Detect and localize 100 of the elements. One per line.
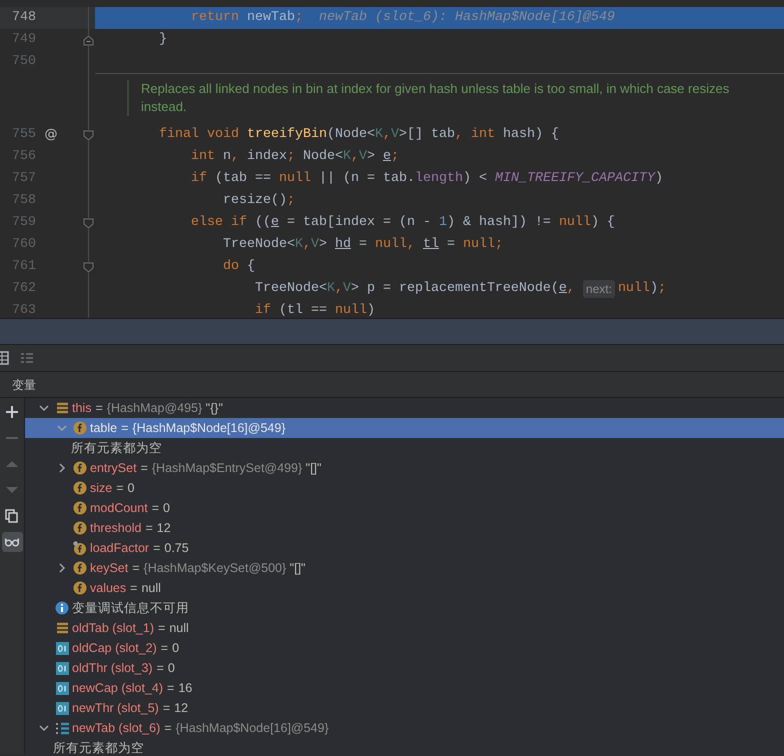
line-number: 758 <box>11 192 36 210</box>
variable-value: {HashMap@495} <box>106 400 202 417</box>
field-icon <box>73 541 87 555</box>
equals-sign: = <box>130 580 138 597</box>
message-text: 所有元素都为空 <box>71 440 162 457</box>
variable-name: keySet <box>90 560 128 577</box>
inline-value-hint: newTab (slot_6): HashMap$Node[16]@549 <box>318 9 615 27</box>
message-text: 变量调试信息不可用 <box>72 600 189 617</box>
variable-row[interactable]: modCount = 0 <box>25 498 784 518</box>
code-text: TreeNode<K,V> hd = null, tl = null; <box>222 236 503 254</box>
line-number: 762 <box>11 280 36 298</box>
variable-value: 16 <box>178 680 192 697</box>
field-icon <box>73 421 87 435</box>
variable-name: oldTab (slot_1) <box>72 620 154 637</box>
code-text: TreeNode<K,V> p = replacementTreeNode(e, <box>254 280 576 298</box>
code-text: resize(); <box>222 192 295 210</box>
field-icon <box>73 481 87 495</box>
variable-name: threshold <box>90 520 142 537</box>
variable-row[interactable]: values = null <box>25 578 784 598</box>
variable-name: modCount <box>90 500 148 517</box>
table-icon[interactable] <box>0 351 10 365</box>
variable-row[interactable]: keySet = {HashMap$KeySet@500} "[]" <box>25 558 784 578</box>
expanded-chevron-icon[interactable] <box>39 723 49 733</box>
equals-sign: = <box>116 480 124 497</box>
variable-value: 12 <box>156 520 171 537</box>
variable-row[interactable]: this = {HashMap@495} "{}" <box>25 398 784 418</box>
variable-value: {HashMap$KeySet@500} <box>144 560 286 577</box>
collapsed-chevron-icon[interactable] <box>57 563 67 573</box>
fold-icon[interactable] <box>83 218 94 228</box>
fold-icon[interactable] <box>83 262 94 272</box>
line-number: 763 <box>11 302 36 318</box>
code-text: int n, index; Node<K,V> e; <box>190 148 399 166</box>
field-icon <box>73 521 87 535</box>
line-number: 759 <box>11 214 36 232</box>
value-summary: "[]" <box>306 460 322 477</box>
code-text: return newTab; <box>190 9 303 27</box>
variable-value: 0 <box>128 480 134 497</box>
collapsed-chevron-icon[interactable] <box>57 463 67 473</box>
variable-value: {HashMap$EntrySet@499} <box>152 460 302 477</box>
variable-value: null <box>169 620 189 637</box>
line-number: 749 <box>11 31 36 49</box>
value-summary: "{}" <box>206 400 223 417</box>
variable-name: newCap (slot_4) <box>72 680 164 697</box>
variable-value: {HashMap$Node[16]@549} <box>176 720 329 737</box>
equals-sign: = <box>145 520 153 537</box>
variable-row[interactable]: entrySet = {HashMap$EntrySet@499} "[]" <box>25 458 784 478</box>
variable-name: newThr (slot_5) <box>72 700 159 717</box>
message-text: 所有元素都为空 <box>53 740 144 756</box>
panel-title: 变量 <box>12 376 36 394</box>
variable-value: null <box>141 580 161 597</box>
field-icon <box>73 561 87 575</box>
code-text: else if ((e = tab[index = (n - 1) & hash]) != null) { <box>190 214 615 232</box>
variable-row[interactable]: oldTab (slot_1) = null <box>25 618 784 638</box>
copy-icon <box>5 509 19 523</box>
add-icon <box>5 405 19 419</box>
doc-comment: Replaces all linked nodes in bin at index for given hash unless table is too small, in which case resizes instead. <box>127 80 764 116</box>
variable-row[interactable]: oldCap (slot_2) = 0 <box>25 638 784 658</box>
variable-row[interactable]: table = {HashMap$Node[16]@549} <box>25 418 784 438</box>
number-icon <box>56 702 68 714</box>
equals-sign: = <box>95 400 103 417</box>
equals-sign: = <box>152 500 159 517</box>
glasses-button[interactable] <box>2 532 22 552</box>
field-icon <box>73 501 87 515</box>
equals-sign: = <box>153 540 160 557</box>
line-number: 756 <box>11 148 36 166</box>
fold-icon[interactable] <box>83 34 94 46</box>
line-number: 761 <box>11 258 36 276</box>
list-icon[interactable] <box>20 351 34 365</box>
line-number: 748 <box>11 9 36 27</box>
code-text: do { <box>222 258 255 276</box>
field-icon <box>73 581 87 595</box>
variable-name: oldThr (slot_3) <box>72 660 153 677</box>
variable-row[interactable]: newCap (slot_4) = 16 <box>25 678 784 698</box>
gutter-marker[interactable]: @ <box>36 125 66 145</box>
line-number: 755 <box>11 126 36 144</box>
equals-sign: = <box>158 620 166 637</box>
variable-name: newTab (slot_6) <box>72 720 160 737</box>
code-text: null); <box>618 280 666 298</box>
variable-name: table <box>90 420 118 437</box>
equals-sign: = <box>132 560 140 577</box>
object-icon <box>56 402 68 414</box>
fold-icon[interactable] <box>83 130 94 140</box>
array-icon <box>55 722 69 734</box>
variable-name: loadFactor <box>90 540 150 557</box>
variable-name: this <box>72 400 92 417</box>
variable-name: size <box>90 480 112 497</box>
variable-value: 0 <box>168 660 175 677</box>
variable-row[interactable]: threshold = 12 <box>25 518 784 538</box>
variable-row[interactable]: loadFactor = 0.75 <box>25 538 784 558</box>
variable-row[interactable]: newTab (slot_6) = {HashMap$Node[16]@549} <box>25 718 784 738</box>
variable-row[interactable]: newThr (slot_5) = 12 <box>25 698 784 718</box>
info-icon <box>55 601 69 615</box>
code-text: if (tab == null || (n = tab.length) < MIN_TREEIFY_CAPACITY) <box>190 170 663 188</box>
variable-value: {HashMap$Node[16]@549} <box>132 420 286 437</box>
equals-sign: = <box>160 640 168 657</box>
code-text: } <box>158 31 167 49</box>
value-summary: "[]" <box>290 560 306 577</box>
variable-row[interactable]: size = 0 <box>25 478 784 498</box>
parameter-hint: next: <box>582 280 615 298</box>
variable-row[interactable]: oldThr (slot_3) = 0 <box>25 658 784 678</box>
